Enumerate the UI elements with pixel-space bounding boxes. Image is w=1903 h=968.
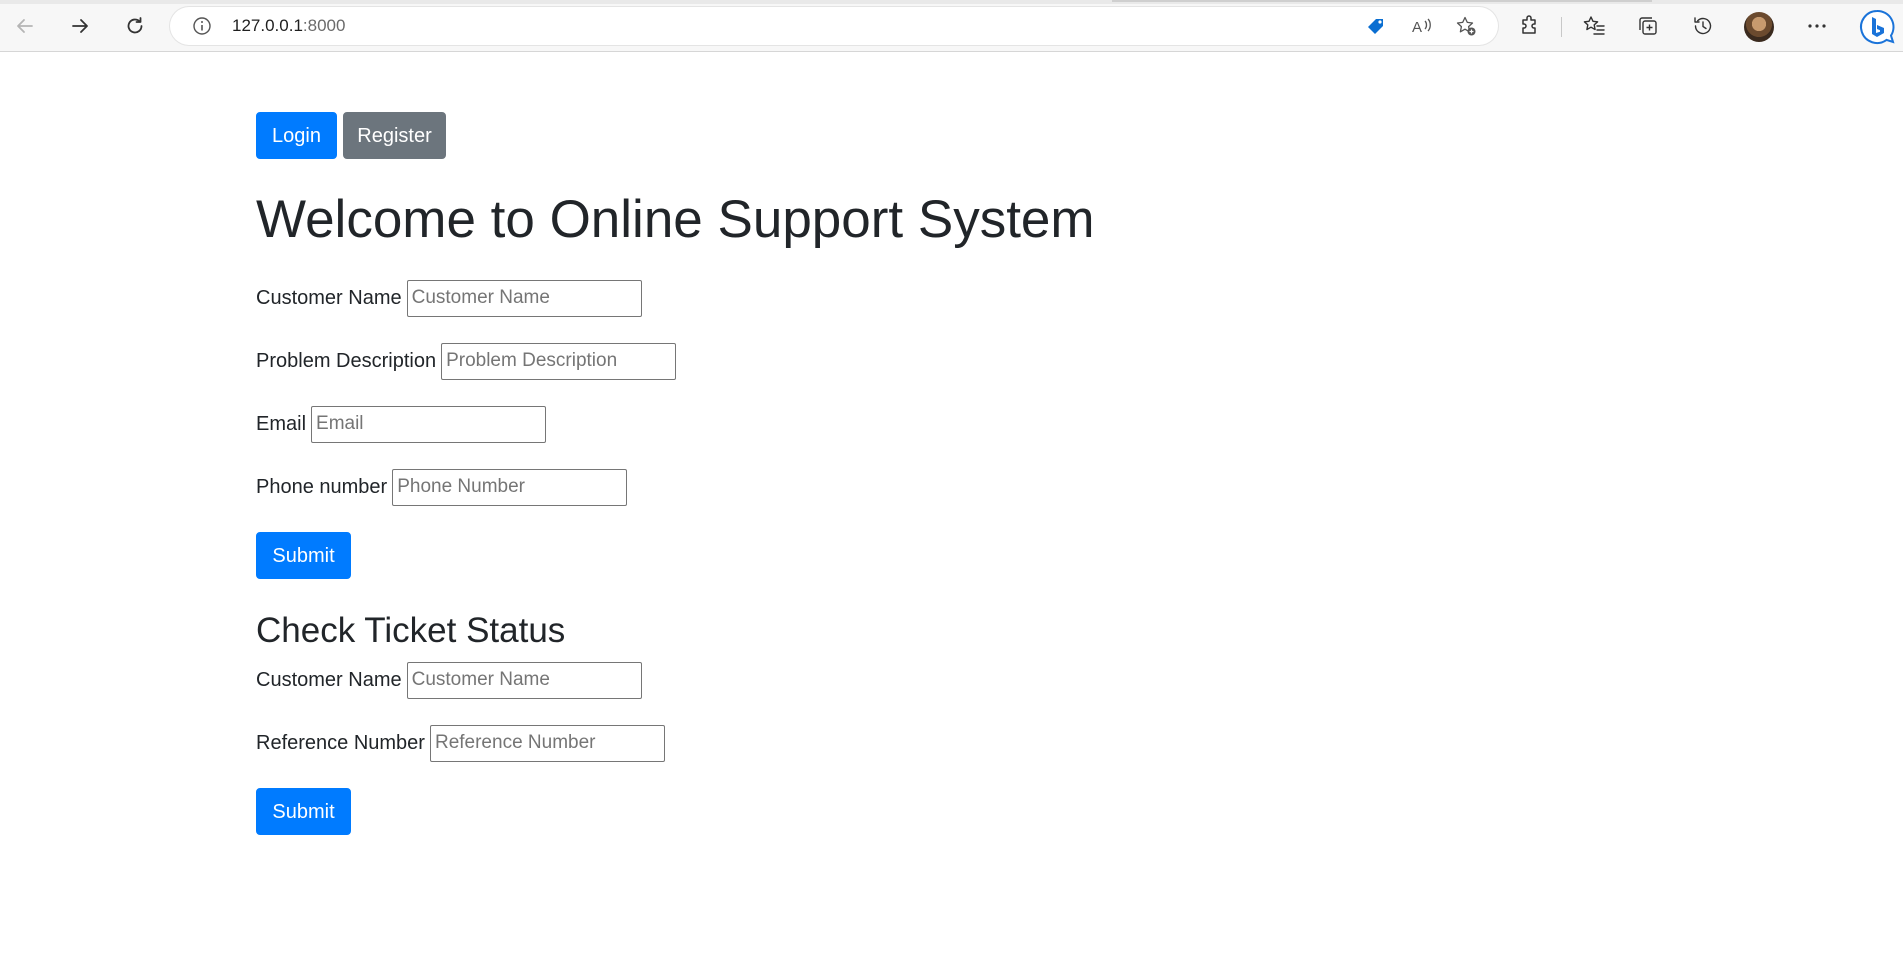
url-port: :8000 [302, 16, 346, 35]
toolbar-divider [1561, 17, 1562, 37]
reference-number-label: Reference Number [256, 731, 425, 754]
email-field[interactable] [311, 405, 547, 443]
favorites-list-icon[interactable] [1580, 12, 1608, 40]
status-customer-name-label: Customer Name [256, 668, 402, 691]
arrow-right-icon [69, 15, 91, 37]
tag-icon[interactable] [1365, 15, 1387, 37]
email-label: Email [256, 412, 307, 435]
collections-icon[interactable] [1634, 12, 1662, 40]
url-host: 127.0.0.1 [232, 16, 303, 35]
status-section-title: Check Ticket Status [256, 611, 566, 650]
problem-description-row: Problem Description [256, 342, 677, 380]
email-row: Email [256, 405, 547, 443]
read-aloud-icon[interactable]: A [1411, 15, 1433, 37]
bing-chat-icon[interactable] [1858, 8, 1896, 46]
star-add-icon[interactable] [1455, 15, 1477, 37]
more-icon[interactable] [1803, 12, 1831, 40]
url-text[interactable]: 127.0.0.1:8000 [232, 16, 345, 36]
address-bar[interactable]: 127.0.0.1:8000 A [170, 7, 1498, 45]
auth-buttons: Login Register [256, 112, 446, 159]
puzzle-icon[interactable] [1516, 12, 1544, 40]
refresh-icon [124, 15, 146, 37]
refresh-button[interactable] [118, 9, 152, 43]
reference-number-row: Reference Number [256, 724, 665, 762]
problem-description-label: Problem Description [256, 349, 437, 372]
svg-text:A: A [1412, 19, 1422, 36]
customer-name-label: Customer Name [256, 286, 402, 309]
problem-description-input[interactable] [441, 342, 677, 380]
arrow-left-icon [14, 15, 36, 37]
forward-button[interactable] [63, 9, 97, 43]
history-icon[interactable] [1689, 12, 1717, 40]
submit-status-button[interactable]: Submit [256, 788, 351, 835]
status-customer-name-row: Customer Name [256, 661, 642, 699]
phone-label: Phone number [256, 475, 388, 498]
info-icon[interactable] [192, 16, 212, 36]
status-customer-name-input[interactable] [406, 661, 642, 699]
tab-strip-active [1112, 0, 1652, 2]
reference-number-input[interactable] [429, 724, 665, 762]
browser-toolbar: 127.0.0.1:8000 A [0, 0, 1903, 52]
phone-row: Phone number [256, 468, 628, 506]
customer-name-row: Customer Name [256, 279, 642, 317]
phone-input[interactable] [392, 468, 628, 506]
customer-name-input[interactable] [406, 279, 642, 317]
tab-strip [0, 0, 1903, 4]
login-button[interactable]: Login [256, 112, 337, 159]
avatar[interactable] [1744, 12, 1774, 42]
page-title: Welcome to Online Support System [256, 190, 1095, 249]
register-button[interactable]: Register [343, 112, 446, 159]
submit-ticket-button[interactable]: Submit [256, 532, 351, 579]
back-button[interactable] [8, 9, 42, 43]
